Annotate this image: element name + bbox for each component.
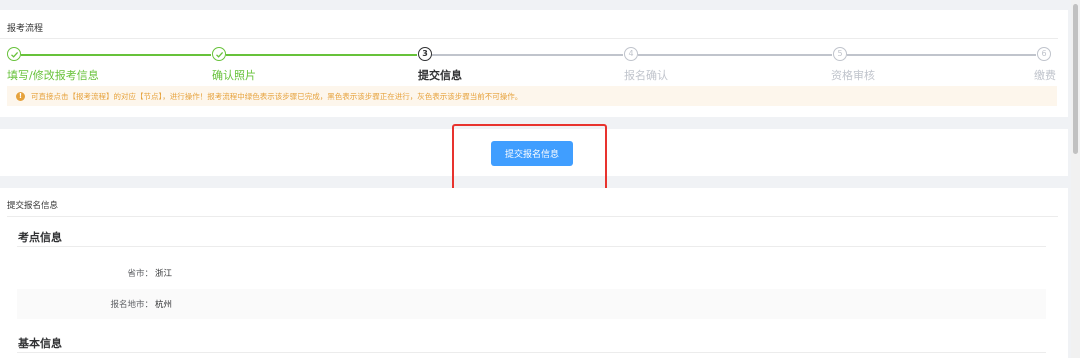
table-row: 报名地市： 杭州 [17,289,1046,319]
info-title: 提交报名信息 [7,201,59,211]
step-4-number: 4 [624,47,638,61]
step-line-1 [21,54,211,56]
page-scrollbar[interactable] [1071,0,1080,358]
process-title: 报考流程 [7,24,44,34]
step-6-label: 缴费 [1034,69,1056,82]
step-2-check-icon[interactable] [212,47,226,61]
basic-section-divider [17,352,1046,353]
process-divider [0,38,1058,39]
province-value: 浙江 [155,269,173,279]
step-5-label: 资格审核 [831,69,875,82]
city-value: 杭州 [155,300,173,310]
highlight-box [452,124,607,194]
process-steps: 填写/修改报考信息 确认照片 3 提交信息 4 报名确认 5 资格审核 6 缴费 [0,44,1068,84]
process-notice: ! 可直接点击【报考流程】的对应【节点】，进行操作！报考流程中绿色表示该步骤已完… [7,86,1057,106]
basic-section-title: 基本信息 [18,337,62,350]
step-2-label[interactable]: 确认照片 [212,67,256,83]
info-card: 提交报名信息 考点信息 省市： 浙江 报名地市： 杭州 基本信息 [0,188,1068,358]
step-1-check-icon[interactable] [7,47,21,61]
step-1-label[interactable]: 填写/修改报考信息 [7,67,99,83]
notice-text: 可直接点击【报考流程】的对应【节点】，进行操作！报考流程中绿色表示该步骤已完成，… [31,91,523,101]
step-4-label: 报名确认 [624,69,668,82]
step-5-number: 5 [833,47,847,61]
exam-section-divider [17,246,1046,247]
process-card: 报考流程 填写/修改报考信息 确认照片 3 提交信息 4 报名确认 5 资格审核… [0,10,1068,117]
info-divider [7,216,1058,217]
step-3-number[interactable]: 3 [418,47,432,61]
warning-icon: ! [16,91,25,101]
scrollbar-thumb[interactable] [1073,4,1078,154]
exam-section-title: 考点信息 [18,231,62,244]
step-line-5 [847,54,1036,56]
step-line-3 [432,54,623,56]
table-row: 省市： 浙江 [17,258,1046,288]
step-line-2 [226,54,417,56]
step-line-4 [638,54,832,56]
province-label: 省市： [127,269,153,279]
step-6-number: 6 [1037,47,1051,61]
city-label: 报名地市： [110,300,153,310]
step-3-label[interactable]: 提交信息 [418,67,462,83]
